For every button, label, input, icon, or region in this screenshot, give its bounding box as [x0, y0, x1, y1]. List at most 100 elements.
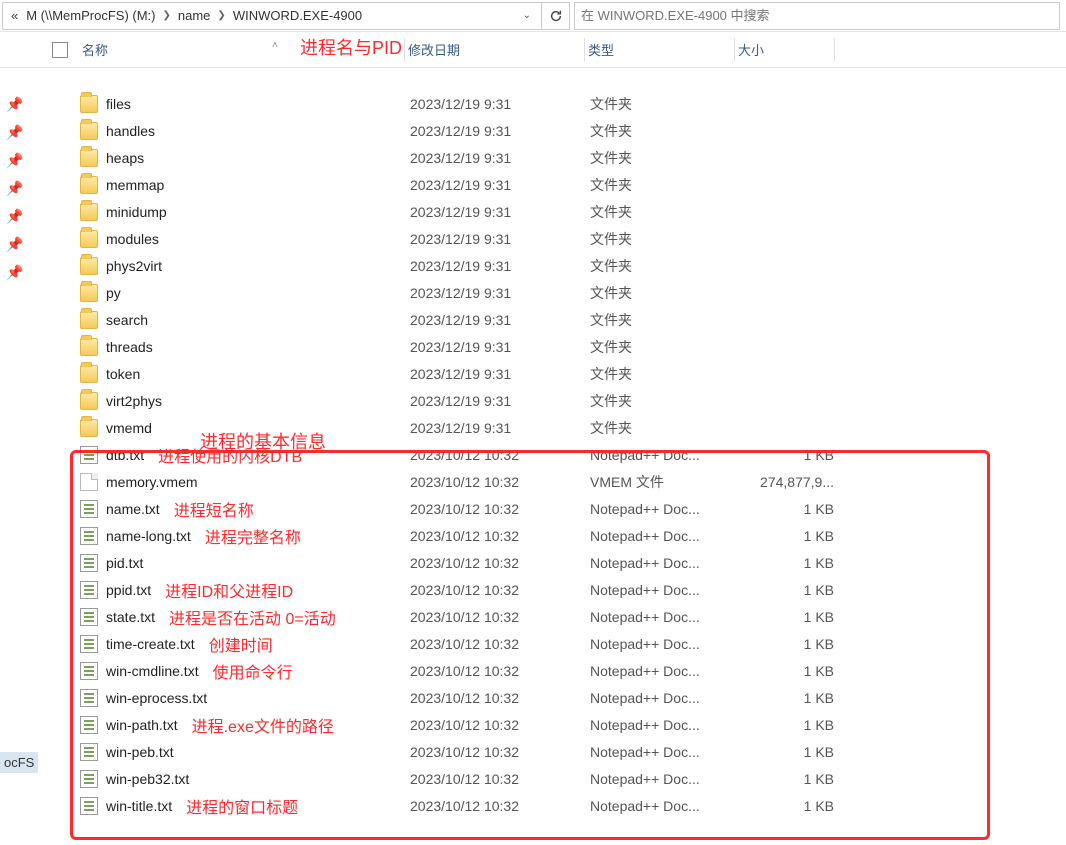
pin-icon[interactable]: 📌 [0, 230, 30, 258]
file-icon [80, 473, 98, 491]
file-name: files [106, 96, 131, 112]
pin-icon[interactable]: 📌 [0, 146, 30, 174]
annotation-label: 创建时间 [209, 632, 273, 656]
file-type: Notepad++ Doc... [590, 663, 740, 679]
txt-icon [80, 527, 98, 545]
file-type: 文件夹 [590, 364, 740, 384]
file-size: 1 KB [740, 744, 840, 760]
file-date: 2023/12/19 9:31 [410, 393, 590, 409]
file-size: 1 KB [740, 528, 840, 544]
annotation-label: 使用命令行 [213, 659, 293, 683]
file-row[interactable]: token 2023/12/19 9:31文件夹 [52, 360, 1056, 387]
file-size: 1 KB [740, 609, 840, 625]
file-row[interactable]: handles2023/12/19 9:31文件夹 [52, 117, 1056, 144]
file-size: 274,877,9... [740, 474, 840, 490]
file-date: 2023/10/12 10:32 [410, 690, 590, 706]
chevron-down-icon[interactable]: ⌄ [517, 10, 537, 21]
file-name: token [106, 366, 140, 382]
txt-icon [80, 554, 98, 572]
pin-icon[interactable]: 📌 [0, 90, 30, 118]
file-date: 2023/10/12 10:32 [410, 501, 590, 517]
folder-icon [80, 392, 98, 410]
sort-indicator-icon: ˄ [272, 40, 278, 51]
annotation-basicinfo: 进程的基本信息 [200, 428, 326, 454]
file-type: Notepad++ Doc... [590, 771, 740, 787]
pin-icon[interactable]: 📌 [0, 174, 30, 202]
file-name: win-eprocess.txt [106, 690, 207, 706]
column-header-date[interactable]: 修改日期 [408, 40, 588, 59]
file-type: 文件夹 [590, 202, 740, 222]
breadcrumb-seg-0[interactable]: M (\\MemProcFS) (M:) [22, 8, 159, 23]
file-name: modules [106, 231, 159, 247]
breadcrumb-seg-2[interactable]: WINWORD.EXE-4900 [229, 8, 366, 23]
file-row[interactable]: minidump2023/12/19 9:31文件夹 [52, 198, 1056, 225]
file-row[interactable]: win-title.txt进程的窗口标题2023/10/12 10:32Note… [52, 792, 1056, 819]
file-row[interactable]: threads2023/12/19 9:31文件夹 [52, 333, 1056, 360]
select-all-checkbox[interactable] [52, 42, 68, 58]
file-row[interactable]: win-path.txt进程.exe文件的路径2023/10/12 10:32N… [52, 711, 1056, 738]
file-name: name.txt [106, 501, 160, 517]
pin-icon[interactable]: 📌 [0, 202, 30, 230]
file-type: Notepad++ Doc... [590, 744, 740, 760]
file-name: memory.vmem [106, 474, 198, 490]
file-date: 2023/10/12 10:32 [410, 474, 590, 490]
column-header-size[interactable]: 大小 [738, 40, 838, 59]
file-date: 2023/10/12 10:32 [410, 663, 590, 679]
file-type: Notepad++ Doc... [590, 717, 740, 733]
file-name: pid.txt [106, 555, 143, 571]
folder-icon [80, 203, 98, 221]
search-input[interactable] [581, 8, 1053, 23]
breadcrumb-prefix: « [7, 8, 22, 23]
file-name: time-create.txt [106, 636, 195, 652]
file-row[interactable]: memory.vmem 2023/10/12 10:32VMEM 文件274,87… [52, 468, 1056, 495]
file-row[interactable]: py2023/12/19 9:31文件夹 [52, 279, 1056, 306]
file-row[interactable]: heaps2023/12/19 9:31文件夹 [52, 144, 1056, 171]
folder-icon [80, 176, 98, 194]
sidebar-item-ocfs[interactable]: ocFS [0, 752, 38, 773]
column-header-type[interactable]: 类型 [588, 40, 738, 59]
search-box[interactable] [574, 2, 1060, 30]
file-type: 文件夹 [590, 337, 740, 357]
file-name: win-peb.txt [106, 744, 174, 760]
file-row[interactable]: ppid.txt进程ID和父进程ID2023/10/12 10:32Notepa… [52, 576, 1056, 603]
file-date: 2023/12/19 9:31 [410, 366, 590, 382]
file-row[interactable]: name.txt进程短名称2023/10/12 10:32Notepad++ D… [52, 495, 1056, 522]
annotation-label: 进程ID和父进程ID [165, 578, 293, 602]
file-row[interactable]: win-eprocess.txt2023/10/12 10:32Notepad+… [52, 684, 1056, 711]
file-row[interactable]: search2023/12/19 9:31文件夹 [52, 306, 1056, 333]
file-name: heaps [106, 150, 144, 166]
file-row[interactable]: pid.txt2023/10/12 10:32Notepad++ Doc...1… [52, 549, 1056, 576]
txt-icon [80, 581, 98, 599]
file-row[interactable]: win-peb32.txt2023/10/12 10:32Notepad++ D… [52, 765, 1056, 792]
folder-icon [80, 284, 98, 302]
annotation-label: 进程的窗口标题 [186, 794, 298, 818]
file-type: Notepad++ Doc... [590, 582, 740, 598]
file-row[interactable]: files2023/12/19 9:31文件夹 [52, 90, 1056, 117]
file-row[interactable]: win-peb.txt2023/10/12 10:32Notepad++ Doc… [52, 738, 1056, 765]
refresh-button[interactable] [542, 2, 570, 30]
file-row[interactable]: phys2virt2023/12/19 9:31文件夹 [52, 252, 1056, 279]
file-row[interactable]: win-cmdline.txt使用命令行2023/10/12 10:32Note… [52, 657, 1056, 684]
folder-icon [80, 122, 98, 140]
file-type: Notepad++ Doc... [590, 501, 740, 517]
file-size: 1 KB [740, 582, 840, 598]
file-row[interactable]: name-long.txt进程完整名称2023/10/12 10:32Notep… [52, 522, 1056, 549]
file-row[interactable]: state.txt进程是否在活动 0=活动2023/10/12 10:32Not… [52, 603, 1056, 630]
pin-icon[interactable]: 📌 [0, 118, 30, 146]
folder-icon [80, 311, 98, 329]
file-type: 文件夹 [590, 148, 740, 168]
txt-icon [80, 446, 98, 464]
file-type: VMEM 文件 [590, 472, 740, 492]
breadcrumb[interactable]: « M (\\MemProcFS) (M:) ❯ name ❯ WINWORD.… [2, 2, 542, 30]
txt-icon [80, 770, 98, 788]
breadcrumb-seg-1[interactable]: name [174, 8, 215, 23]
file-row[interactable]: memmap2023/12/19 9:31文件夹 [52, 171, 1056, 198]
file-row[interactable]: modules2023/12/19 9:31文件夹 [52, 225, 1056, 252]
file-row[interactable]: time-create.txt创建时间2023/10/12 10:32Notep… [52, 630, 1056, 657]
file-name: py [106, 285, 121, 301]
pin-icon[interactable]: 📌 [0, 258, 30, 286]
file-date: 2023/10/12 10:32 [410, 636, 590, 652]
file-type: 文件夹 [590, 121, 740, 141]
file-size: 1 KB [740, 798, 840, 814]
file-row[interactable]: virt2phys2023/12/19 9:31文件夹 [52, 387, 1056, 414]
